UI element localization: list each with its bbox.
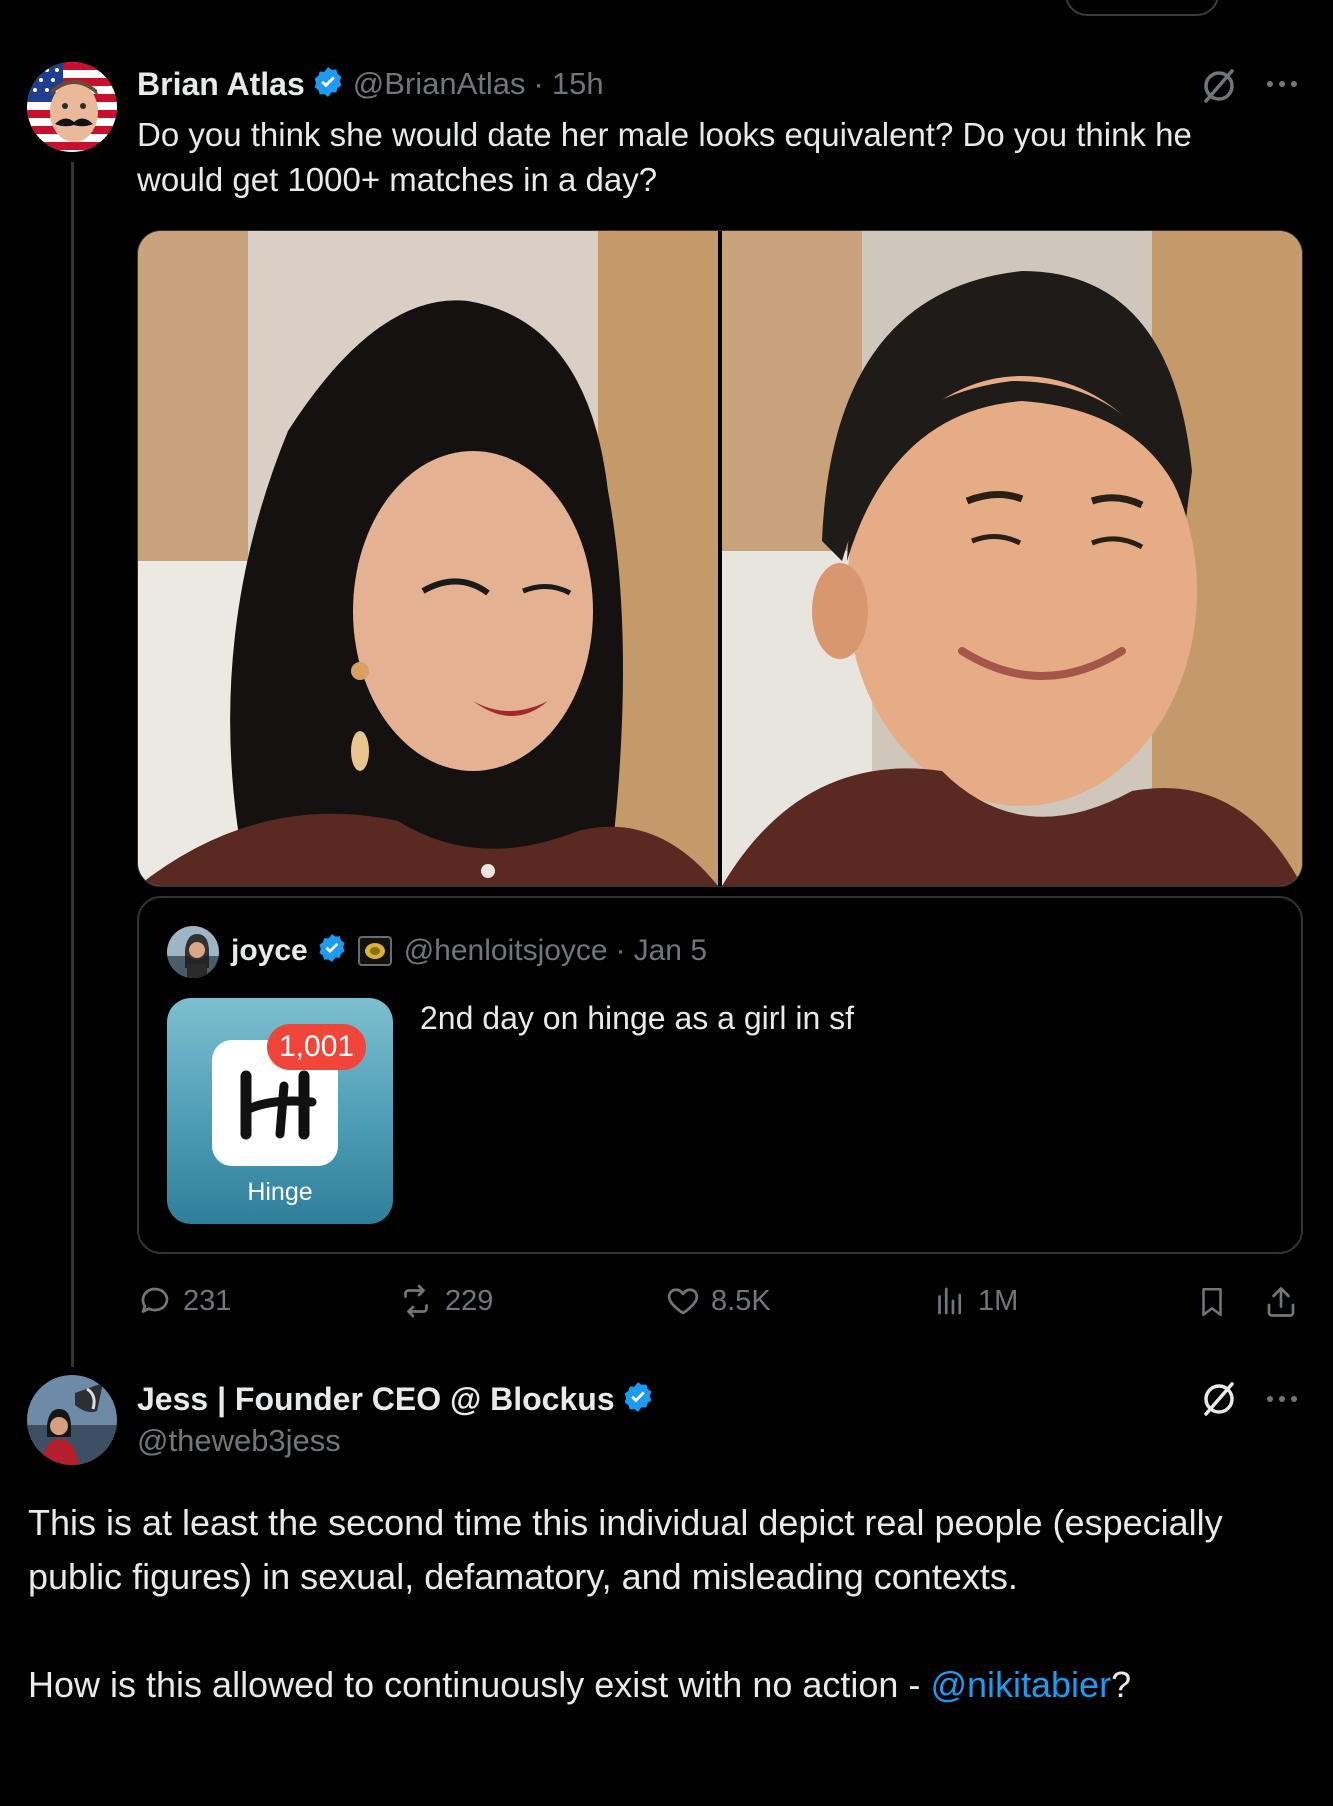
jess-avatar[interactable] [27, 1375, 117, 1465]
author-name[interactable]: Brian Atlas [137, 66, 305, 103]
tweet-text: Do you think she would date her male loo… [137, 116, 1192, 198]
tweet-time[interactable]: 15h [552, 66, 604, 102]
reply-author-name[interactable]: Jess | Founder CEO @ Blockus [137, 1381, 615, 1418]
heart-icon [667, 1288, 699, 1315]
man-portrait-photo[interactable] [722, 231, 1302, 886]
reply-paragraph-2-suffix: ? [1111, 1664, 1132, 1705]
author-handle[interactable]: @BrianAtlas [353, 66, 526, 102]
brian-atlas-avatar[interactable] [27, 62, 117, 152]
bookmark-button[interactable] [1195, 1283, 1239, 1321]
grok-slash-icon[interactable] [1199, 1379, 1239, 1424]
reply-paragraph-2: How is this allowed to continuously exis… [28, 1658, 1288, 1712]
header-separator: · [533, 66, 544, 101]
reply-icon [141, 1287, 169, 1313]
quoted-tweet-card[interactable]: joyce @henloitsjoyce · Jan 5 1,001 Hinge… [137, 896, 1303, 1254]
views-button[interactable]: 1M [932, 1283, 1018, 1319]
reply-button[interactable]: 231 [137, 1283, 231, 1319]
verified-badge-icon [311, 65, 345, 104]
repost-count: 229 [445, 1284, 494, 1317]
quoted-author-handle[interactable]: @henloitsjoyce [404, 934, 608, 968]
app-name-label: Hinge [247, 1178, 313, 1206]
views-count: 1M [978, 1284, 1019, 1317]
share-icon [1267, 1287, 1295, 1317]
repost-button[interactable]: 229 [397, 1283, 493, 1319]
reply-paragraph-1: This is at least the second time this in… [28, 1502, 1223, 1597]
notification-count-badge: 1,001 [267, 1024, 367, 1070]
quoted-author-name[interactable]: joyce [231, 934, 308, 968]
tweet-action-bar: 231 229 8.5K 1M [137, 1283, 1301, 1323]
reply-author-handle[interactable]: @theweb3jess [137, 1423, 341, 1459]
quoted-tweet-header: joyce @henloitsjoyce · Jan 5 [231, 932, 707, 969]
quoted-tweet-date[interactable]: Jan 5 [634, 934, 707, 968]
verified-badge-icon [621, 1380, 655, 1419]
reply-paragraph-2-prefix: How is this allowed to continuously exis… [28, 1664, 931, 1705]
more-dots-icon[interactable] [1262, 72, 1302, 101]
bookmark-icon [1202, 1287, 1222, 1317]
like-button[interactable]: 8.5K [665, 1283, 771, 1319]
repost-icon [404, 1284, 428, 1318]
views-icon [938, 1287, 962, 1315]
verified-badge-icon [316, 932, 348, 969]
top-pill-button[interactable] [1065, 0, 1219, 16]
mention-link[interactable]: @nikitabier [930, 1664, 1111, 1705]
reply-count: 231 [183, 1284, 232, 1317]
share-button[interactable] [1263, 1283, 1309, 1321]
like-count: 8.5K [711, 1284, 771, 1317]
affiliate-badge-icon [357, 935, 392, 966]
woman-portrait-photo[interactable] [138, 231, 718, 886]
quoted-header-separator: · [615, 933, 626, 967]
hinge-app-thumbnail[interactable]: 1,001 Hinge [167, 998, 393, 1224]
reply-text: This is at least the second time this in… [28, 1496, 1288, 1712]
reply-header: Jess | Founder CEO @ Blockus [137, 1377, 663, 1421]
more-dots-icon[interactable] [1262, 1387, 1302, 1416]
quoted-tweet-text: 2nd day on hinge as a girl in sf [420, 1000, 855, 1036]
tweet-media-grid[interactable] [137, 230, 1303, 887]
tweet-header: Brian Atlas @BrianAtlas · 15h [137, 62, 604, 106]
thread-connector-line [71, 162, 74, 1367]
joyce-avatar[interactable] [167, 926, 219, 978]
grok-slash-icon[interactable] [1199, 66, 1239, 111]
